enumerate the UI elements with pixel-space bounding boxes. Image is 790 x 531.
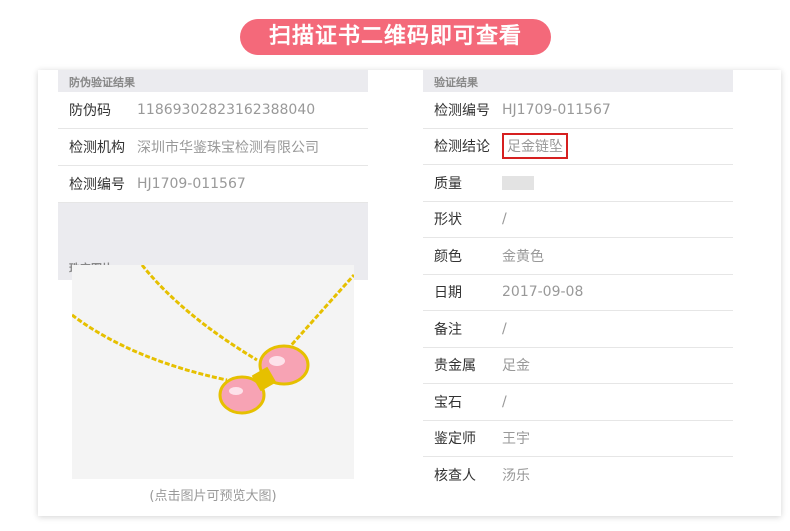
anti-counterfeit-panel: 防伪验证结果 防伪码 11869302823162388040 检测机构 深圳市… bbox=[58, 70, 368, 504]
result-row-precious-metal: 贵金属 足金 bbox=[423, 348, 733, 384]
row-label: 检测机构 bbox=[69, 140, 125, 156]
verification-section-title: 验证结果 bbox=[423, 70, 733, 92]
row-label: 贵金属 bbox=[434, 358, 476, 375]
result-row-color: 颜色 金黄色 bbox=[423, 238, 733, 275]
row-value: 王宇 bbox=[502, 431, 530, 448]
section-divider bbox=[58, 203, 368, 252]
testing-agency-row: 检测机构 深圳市华鉴珠宝检测有限公司 bbox=[58, 129, 368, 166]
result-row-conclusion: 检测结论 足金链坠 bbox=[423, 129, 733, 165]
scan-certificate-banner: 扫描证书二维码即可查看 bbox=[240, 19, 551, 55]
anti-counterfeit-section-title: 防伪验证结果 bbox=[58, 70, 368, 92]
verification-result-panel: 验证结果 检测编号 HJ1709-011567 检测结论 足金链坠 质量 形状 … bbox=[423, 70, 733, 493]
result-row-reviewer: 核查人 汤乐 bbox=[423, 457, 733, 493]
row-value: / bbox=[502, 320, 507, 337]
result-row-remarks: 备注 / bbox=[423, 311, 733, 348]
row-value: / bbox=[502, 393, 507, 410]
photo-preview-hint: (点击图片可预览大图) bbox=[149, 489, 277, 504]
row-value: HJ1709-011567 bbox=[502, 101, 611, 118]
row-label: 质量 bbox=[434, 175, 462, 192]
test-number-row: 检测编号 HJ1709-011567 bbox=[58, 166, 368, 203]
row-label: 检测编号 bbox=[69, 177, 125, 193]
row-label: 防伪码 bbox=[69, 103, 111, 119]
row-value: 11869302823162388040 bbox=[137, 102, 316, 118]
blurred-weight-value bbox=[502, 175, 534, 190]
result-row-appraiser: 鉴定师 王宇 bbox=[423, 421, 733, 457]
row-value: 金黄色 bbox=[502, 248, 544, 265]
row-label: 检测结论 bbox=[434, 139, 490, 156]
row-value: HJ1709-011567 bbox=[137, 176, 246, 192]
result-row-date: 日期 2017-09-08 bbox=[423, 275, 733, 311]
row-label: 备注 bbox=[434, 321, 462, 338]
verification-card: 防伪验证结果 防伪码 11869302823162388040 检测机构 深圳市… bbox=[38, 70, 781, 516]
row-label: 核查人 bbox=[434, 467, 476, 484]
row-label: 日期 bbox=[434, 285, 462, 302]
result-row-gemstone: 宝石 / bbox=[423, 384, 733, 421]
necklace-image bbox=[71, 264, 356, 479]
row-value: 汤乐 bbox=[502, 467, 530, 484]
row-value: / bbox=[502, 211, 507, 228]
row-value: 足金 bbox=[502, 358, 530, 375]
result-row-weight: 质量 bbox=[423, 165, 733, 202]
row-value: 深圳市华鉴珠宝检测有限公司 bbox=[137, 140, 319, 156]
anti-counterfeit-code-row: 防伪码 11869302823162388040 bbox=[58, 92, 368, 129]
row-label: 形状 bbox=[434, 212, 462, 229]
result-row-test-number: 检测编号 HJ1709-011567 bbox=[423, 92, 733, 129]
row-label: 宝石 bbox=[434, 394, 462, 411]
result-row-shape: 形状 / bbox=[423, 202, 733, 238]
row-label: 鉴定师 bbox=[434, 431, 476, 448]
row-label: 检测编号 bbox=[434, 102, 490, 119]
row-value: 2017-09-08 bbox=[502, 284, 584, 301]
row-label: 颜色 bbox=[434, 248, 462, 265]
conclusion-value-highlighted: 足金链坠 bbox=[502, 133, 568, 160]
jewelry-photo[interactable] bbox=[71, 264, 356, 479]
